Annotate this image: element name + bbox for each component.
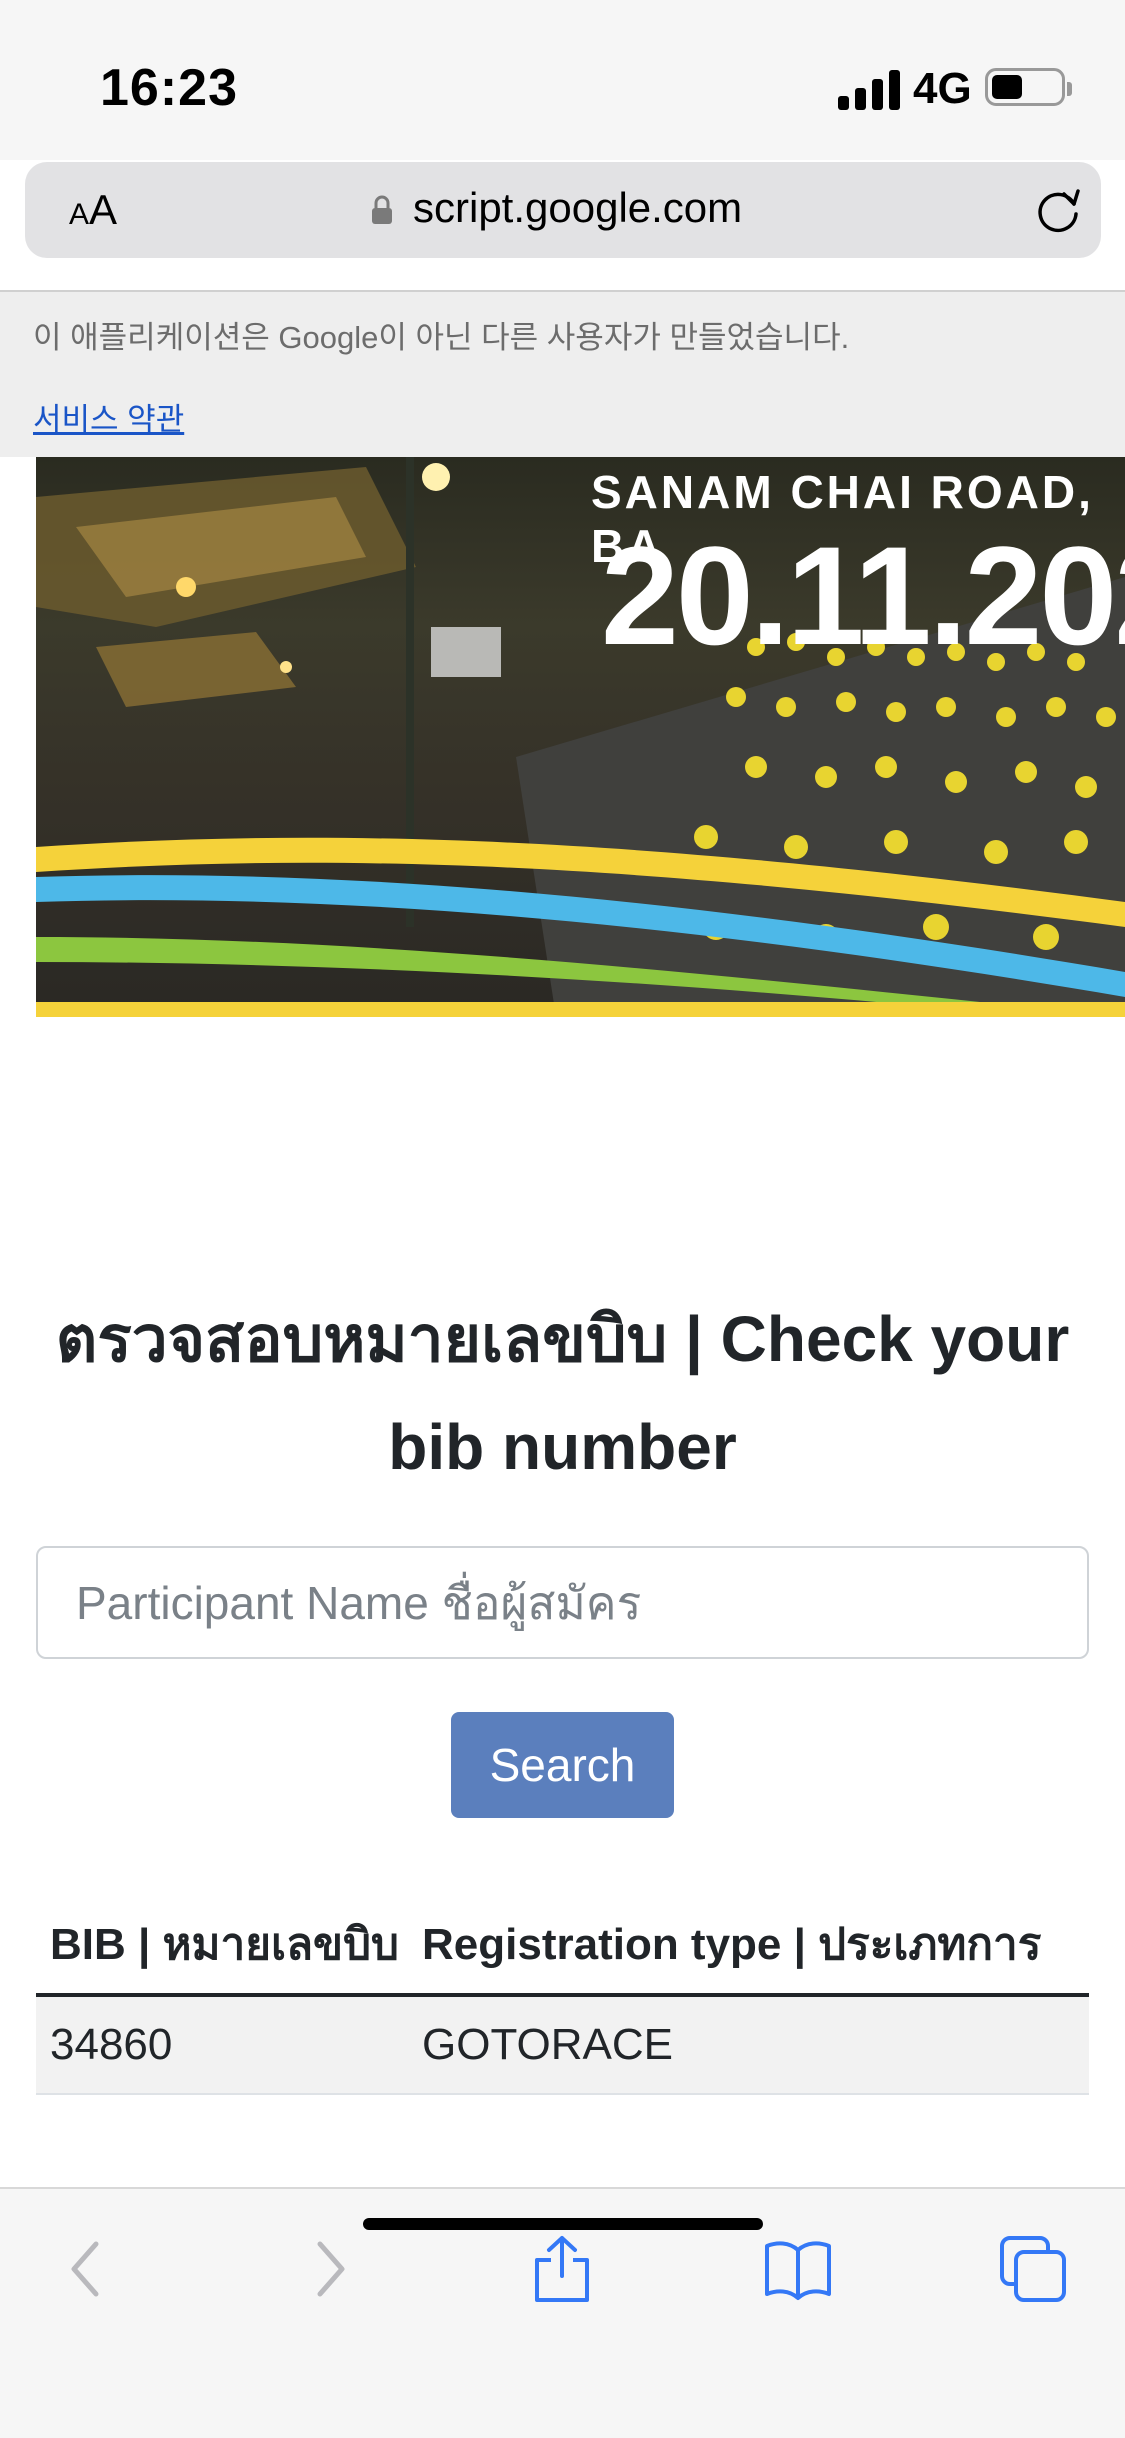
cellular-signal-icon <box>838 68 902 110</box>
battery-icon <box>985 68 1072 106</box>
terms-of-service-link[interactable]: 서비스 약관 <box>33 394 184 439</box>
bib-column-header: BIB | หมายเลขบิบ <box>36 1895 408 1997</box>
status-time: 16:23 <box>100 59 238 117</box>
address-bar[interactable]: AA script.google.com <box>25 162 1101 258</box>
table-row: 34860 GOTORACE <box>36 1995 1089 2095</box>
page-title: ตรวจสอบหมายเลขบิบ | Check your bib numbe… <box>55 1303 1070 1483</box>
registration-type-column-header: Registration type | ประเภทการ <box>408 1895 1089 1997</box>
search-button[interactable]: Search <box>451 1712 674 1818</box>
reload-icon[interactable] <box>1030 182 1086 238</box>
event-banner-image: SANAM CHAI ROAD, BA 20.11.202 <box>36 457 1125 1017</box>
home-indicator[interactable] <box>363 2218 763 2230</box>
network-type: 4G <box>913 64 972 113</box>
forward-icon[interactable] <box>294 2234 364 2304</box>
share-icon[interactable] <box>527 2234 597 2304</box>
google-apps-script-notice: 이 애플리케이션은 Google이 아닌 다른 사용자가 만들었습니다. 서비스… <box>0 292 1125 457</box>
notice-text: 이 애플리케이션은 Google이 아닌 다른 사용자가 만들었습니다. <box>33 320 850 355</box>
tabs-icon[interactable] <box>998 2234 1068 2304</box>
lock-icon <box>372 195 392 224</box>
back-icon[interactable] <box>52 2234 122 2304</box>
results-table: BIB | หมายเลขบิบ Registration type | ประ… <box>36 1895 1089 2095</box>
participant-name-input[interactable] <box>36 1546 1089 1659</box>
banner-date-text: 20.11.202 <box>601 517 1125 674</box>
bookmarks-icon[interactable] <box>763 2234 833 2304</box>
url-text[interactable]: script.google.com <box>413 184 742 232</box>
registration-type-cell: GOTORACE <box>408 1995 1089 2095</box>
table-header-row: BIB | หมายเลขบิบ Registration type | ประ… <box>36 1895 1089 1997</box>
bib-number-cell: 34860 <box>36 1995 408 2095</box>
status-bar: 16:23 4G <box>0 0 1125 160</box>
text-size-button[interactable]: AA <box>69 186 117 234</box>
